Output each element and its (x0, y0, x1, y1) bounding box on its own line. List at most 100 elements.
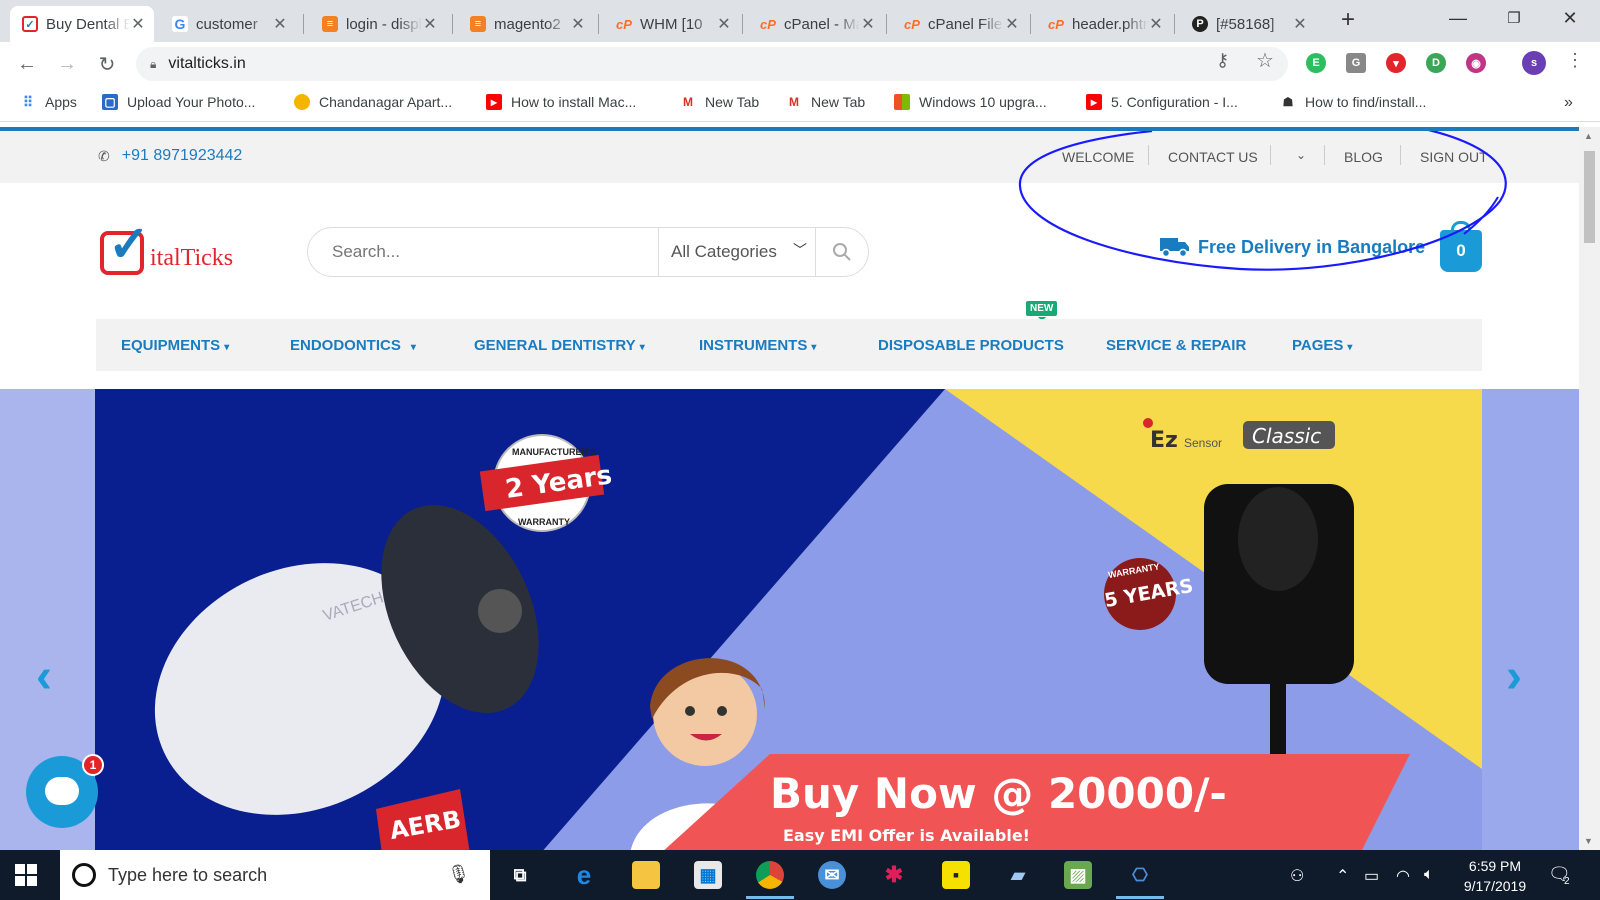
close-icon[interactable]: ✕ (422, 14, 438, 34)
tab-ticket[interactable]: P [#58168] ✕ (1180, 6, 1316, 42)
grammarly-g-icon[interactable]: G (1346, 53, 1366, 73)
nav-disposable-products[interactable]: DISPOSABLE PRODUCTS (878, 337, 1064, 354)
taskbar-search[interactable]: Type here to search 🎙︎ (60, 850, 490, 900)
remote-desktop-icon[interactable]: ⎔ (1126, 861, 1154, 889)
menu-kebab-icon[interactable]: ⋮ (1566, 50, 1584, 71)
slider-prev-arrow-icon[interactable]: ‹ (36, 649, 52, 704)
task-view-icon[interactable]: ⧉ (506, 861, 534, 889)
tab-separator (1030, 14, 1031, 34)
bookmark-new-tab-1[interactable]: M New Tab (680, 94, 759, 110)
profile-avatar[interactable]: s (1522, 51, 1546, 75)
extension-red-icon[interactable]: ▾ (1386, 53, 1406, 73)
bookmark-upload-photo[interactable]: ▢ Upload Your Photo... (102, 94, 255, 110)
restore-button[interactable]: ❐ (1486, 0, 1542, 36)
contact-us-link[interactable]: CONTACT US (1168, 149, 1258, 165)
tab-customer[interactable]: G customer ✕ (160, 6, 296, 42)
close-icon[interactable]: ✕ (716, 14, 732, 34)
close-icon[interactable]: ✕ (1004, 14, 1020, 34)
extension-instagram-icon[interactable]: ◉ (1466, 53, 1486, 73)
bookmark-label: Windows 10 upgra... (919, 94, 1047, 110)
nav-endodontics[interactable]: ENDODONTICS ▾ (290, 337, 416, 354)
p-logo-icon: P (1192, 16, 1208, 32)
key-icon[interactable]: ⚷ (1216, 50, 1229, 71)
cart-button[interactable]: 0 (1440, 221, 1482, 272)
close-icon[interactable]: ✕ (272, 14, 288, 34)
tab-login[interactable]: ≡ login - display ✕ (310, 6, 446, 42)
bookmark-new-tab-2[interactable]: M New Tab (786, 94, 865, 110)
new-tab-button[interactable]: + (1334, 6, 1362, 34)
blog-link[interactable]: BLOG (1344, 149, 1383, 165)
evernote-icon[interactable]: E (1306, 53, 1326, 73)
reload-icon[interactable]: ↻ (93, 50, 121, 78)
notepad-icon[interactable]: ▰ (1004, 861, 1032, 889)
scroll-down-arrow-icon[interactable]: ▼ (1584, 836, 1593, 846)
page-scrollbar[interactable]: ▲ ▼ (1579, 127, 1600, 850)
chevron-up-icon[interactable]: ⌃ (1336, 866, 1349, 886)
tab-header-phtml[interactable]: cP header.phtml ✕ (1036, 6, 1172, 42)
slack-icon[interactable]: ✱ (880, 861, 908, 889)
slider-next-arrow-icon[interactable]: › (1506, 649, 1522, 704)
tab-whm[interactable]: cP WHM [10 ✕ (604, 6, 740, 42)
bookmark-windows-upgrade[interactable]: Windows 10 upgra... (894, 94, 1047, 110)
forward-arrow-icon[interactable]: → (53, 50, 81, 78)
close-icon[interactable]: ✕ (860, 14, 876, 34)
nav-pages[interactable]: PAGES ▾ (1292, 337, 1352, 354)
system-clock[interactable]: 6:59 PM 9/17/2019 (1450, 856, 1540, 896)
bookmark-configuration[interactable]: ▶ 5. Configuration - I... (1086, 94, 1238, 110)
bookmark-install-mac[interactable]: ▶ How to install Mac... (486, 94, 636, 110)
nav-general-dentistry[interactable]: GENERAL DENTISTRY ▾ (474, 337, 645, 354)
vitalticks-logo[interactable]: ✓ italTicks (98, 219, 238, 281)
store-icon[interactable]: ▦ (694, 861, 722, 889)
cpanel-icon: cP (904, 16, 920, 32)
wifi-icon[interactable]: ◠ (1396, 866, 1410, 886)
windows-start-icon[interactable] (14, 863, 38, 887)
tab-cpanel-main[interactable]: cP cPanel - Main ✕ (748, 6, 884, 42)
search-button[interactable] (816, 228, 868, 276)
battery-icon[interactable]: ▭ (1364, 866, 1379, 886)
tab-cpanel-file[interactable]: cP cPanel File ✕ (892, 6, 1028, 42)
chrome-icon[interactable] (756, 861, 784, 889)
volume-icon[interactable]: 🔈︎ (1424, 866, 1434, 884)
close-icon[interactable]: ✕ (570, 14, 586, 34)
sticky-notes-icon[interactable]: ▪ (942, 861, 970, 889)
close-icon[interactable]: ✕ (1292, 14, 1308, 34)
youtube-icon: ▶ (1086, 94, 1102, 110)
nav-instruments[interactable]: INSTRUMENTS ▾ (699, 337, 816, 354)
hero-slider[interactable]: VATECH 2 Years MANUFACTURER'S WARRANTY A… (0, 389, 1579, 850)
minimize-button[interactable]: — (1430, 0, 1486, 36)
category-select[interactable]: All Categories ﹀ (658, 228, 816, 276)
tab-buy-dental[interactable]: ✓ Buy Dental Equipment ✕ (10, 6, 154, 42)
bookmark-chandanagar[interactable]: Chandanagar Apart... (294, 94, 452, 110)
bookmark-apps[interactable]: ⠿ Apps (20, 94, 77, 111)
phone-contact[interactable]: ✆ +91 8971923442 (98, 147, 242, 165)
back-arrow-icon[interactable]: ← (13, 50, 41, 78)
close-icon[interactable]: ✕ (130, 14, 146, 34)
mail-icon[interactable]: ✉ (818, 861, 846, 889)
bookmarks-overflow-button[interactable]: » (1564, 94, 1573, 112)
sign-out-link[interactable]: SIGN OUT (1420, 149, 1488, 165)
extension-id-icon[interactable]: D (1426, 53, 1446, 73)
tab-title: header.phtml (1072, 15, 1148, 33)
scrollbar-thumb[interactable] (1584, 151, 1595, 243)
search-input[interactable] (332, 240, 632, 264)
file-explorer-icon[interactable] (632, 861, 660, 889)
close-window-button[interactable]: ✕ (1542, 0, 1598, 36)
address-bar[interactable]: 🔒︎ vitalticks.in (136, 47, 1288, 81)
bookmark-label: How to install Mac... (511, 94, 637, 110)
account-dropdown-chevron-icon[interactable]: ⌄ (1296, 148, 1306, 162)
edge-icon[interactable]: e (570, 860, 598, 890)
tab-magento[interactable]: ≡ magento2 ✕ (458, 6, 594, 42)
tab-title: customer (196, 15, 258, 33)
paint-icon[interactable]: ▨ (1064, 861, 1092, 889)
tab-title: cPanel File (928, 15, 1003, 33)
scroll-up-arrow-icon[interactable]: ▲ (1584, 131, 1593, 141)
bookmark-find-install[interactable]: ☗ How to find/install... (1280, 94, 1427, 110)
close-icon[interactable]: ✕ (1148, 14, 1164, 34)
people-icon[interactable]: ⚇ (1290, 866, 1304, 886)
star-icon[interactable]: ☆ (1256, 48, 1274, 73)
chevron-down-icon: ▾ (410, 342, 416, 353)
nav-service-repair[interactable]: SERVICE & REPAIR (1106, 337, 1246, 354)
nav-equipments[interactable]: EQUIPMENTS ▾ (121, 337, 229, 354)
microphone-icon[interactable]: 🎙︎ (447, 864, 470, 885)
taskbar-search-placeholder: Type here to search (108, 864, 268, 885)
